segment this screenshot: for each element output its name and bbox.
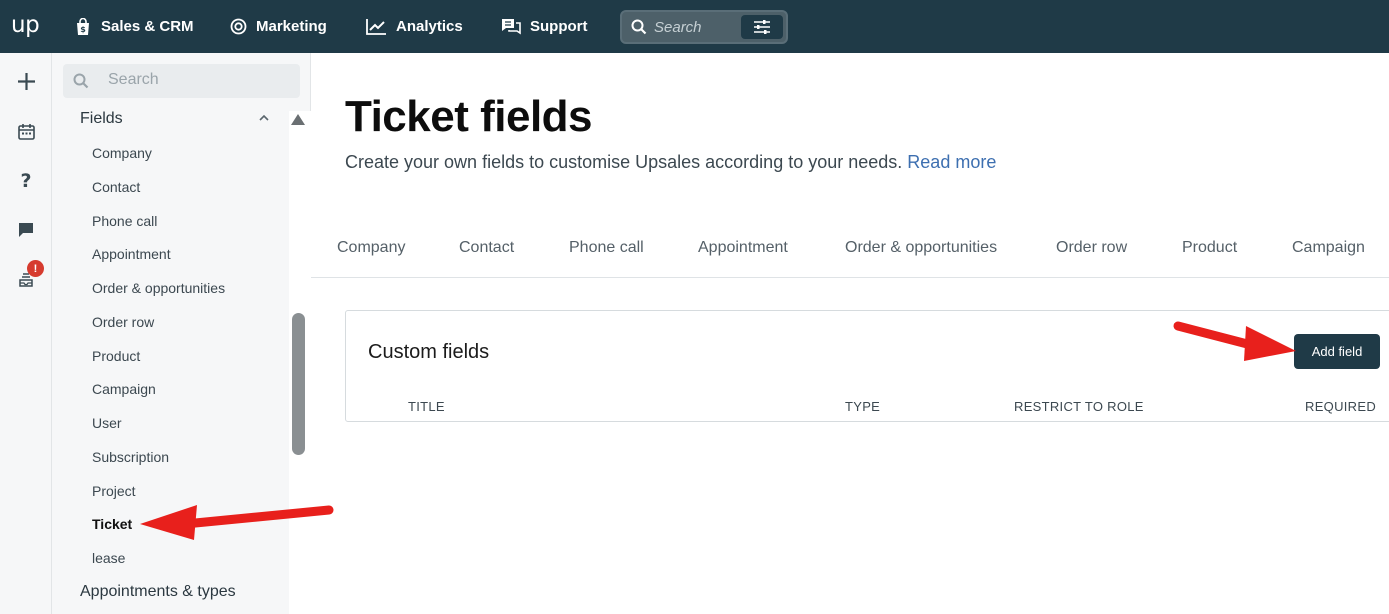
search-placeholder: Search (654, 19, 702, 36)
nav-label: Analytics (396, 18, 463, 35)
settings-sidebar: Search Fields Company Contact Phone call… (52, 53, 311, 614)
svg-text:$: $ (80, 25, 86, 34)
global-search[interactable]: Search (620, 10, 788, 44)
sidebar-section-fields[interactable]: Fields (80, 110, 123, 128)
tab-company[interactable]: Company (337, 239, 405, 257)
sidebar-item-campaign[interactable]: Campaign (92, 381, 156, 397)
sidebar-item-phone-call[interactable]: Phone call (92, 213, 157, 229)
nav-marketing[interactable]: Marketing (230, 0, 327, 53)
nav-label: Support (530, 18, 588, 35)
page-title: Ticket fields (345, 92, 593, 141)
tab-campaign[interactable]: Campaign (1292, 239, 1365, 257)
column-header-type[interactable]: TYPE (845, 399, 880, 414)
sidebar-item-contact[interactable]: Contact (92, 179, 140, 195)
tab-phone-call[interactable]: Phone call (569, 239, 644, 257)
search-icon (631, 19, 647, 35)
nav-analytics[interactable]: Analytics (366, 0, 463, 53)
chat-button[interactable] (13, 217, 39, 243)
sliders-icon (754, 20, 770, 34)
sidebar-item-appointment[interactable]: Appointment (92, 246, 171, 262)
sidebar-item-order-row[interactable]: Order row (92, 314, 154, 330)
scroll-up-arrow-icon[interactable] (291, 114, 305, 125)
column-header-required[interactable]: REQUIRED (1305, 399, 1376, 414)
search-filter-button[interactable] (741, 15, 783, 39)
top-navigation-bar: up $ Sales & CRM Marketing Analytics Sup… (0, 0, 1389, 53)
sidebar-search-placeholder: Search (108, 71, 159, 88)
nav-support[interactable]: Support (501, 0, 588, 53)
tab-order-opportunities[interactable]: Order & opportunities (845, 239, 997, 257)
notification-badge: ! (27, 260, 44, 277)
chat-icon (19, 223, 33, 237)
sidebar-item-company[interactable]: Company (92, 145, 152, 161)
sidebar-item-project[interactable]: Project (92, 483, 136, 499)
read-more-link[interactable]: Read more (907, 152, 996, 172)
plus-icon (17, 72, 35, 90)
tab-order-row[interactable]: Order row (1056, 239, 1127, 257)
create-button[interactable] (13, 68, 39, 94)
calendar-icon (17, 123, 35, 140)
page-subtitle: Create your own fields to customise Upsa… (345, 152, 996, 173)
sidebar-search-input[interactable]: Search (63, 64, 300, 98)
search-icon (73, 73, 89, 89)
nav-label: Marketing (256, 18, 327, 35)
sidebar-scroll-thumb[interactable] (292, 313, 305, 455)
chat-bubbles-icon (502, 18, 521, 34)
help-button[interactable]: ? (13, 167, 39, 193)
nav-sales-crm[interactable]: $ Sales & CRM (74, 0, 194, 53)
chevron-up-icon[interactable] (258, 114, 270, 122)
custom-fields-card: Custom fields Add field TITLE TYPE RESTR… (345, 310, 1389, 422)
nav-label: Sales & CRM (101, 18, 194, 35)
svg-text:?: ? (20, 170, 31, 190)
question-mark-icon: ? (20, 170, 31, 190)
sidebar-item-ticket[interactable]: Ticket (92, 516, 132, 532)
column-header-title[interactable]: TITLE (408, 399, 445, 414)
sidebar-item-subscription[interactable]: Subscription (92, 449, 169, 465)
bag-icon: $ (77, 17, 89, 35)
column-header-restrict-to-role[interactable]: RESTRICT TO ROLE (1014, 399, 1144, 414)
icon-rail: ? ! (0, 53, 52, 614)
sidebar-item-order-opportunities[interactable]: Order & opportunities (92, 280, 225, 296)
upsales-logo[interactable]: up (11, 12, 40, 38)
sidebar-item-user[interactable]: User (92, 415, 122, 431)
card-title: Custom fields (368, 341, 490, 363)
tab-appointment[interactable]: Appointment (698, 239, 788, 257)
sidebar-item-lease[interactable]: lease (92, 550, 125, 566)
add-field-button[interactable]: Add field (1294, 334, 1380, 369)
tab-product[interactable]: Product (1182, 239, 1237, 257)
tab-contact[interactable]: Contact (459, 239, 514, 257)
target-icon (230, 18, 247, 35)
sidebar-item-product[interactable]: Product (92, 348, 140, 364)
subtitle-text: Create your own fields to customise Upsa… (345, 152, 903, 172)
entity-tabs: Company Contact Phone call Appointment O… (311, 218, 1389, 278)
calendar-button[interactable] (13, 118, 39, 144)
sidebar-section-appointments-types[interactable]: Appointments & types (80, 583, 236, 601)
chart-line-icon (366, 19, 386, 35)
